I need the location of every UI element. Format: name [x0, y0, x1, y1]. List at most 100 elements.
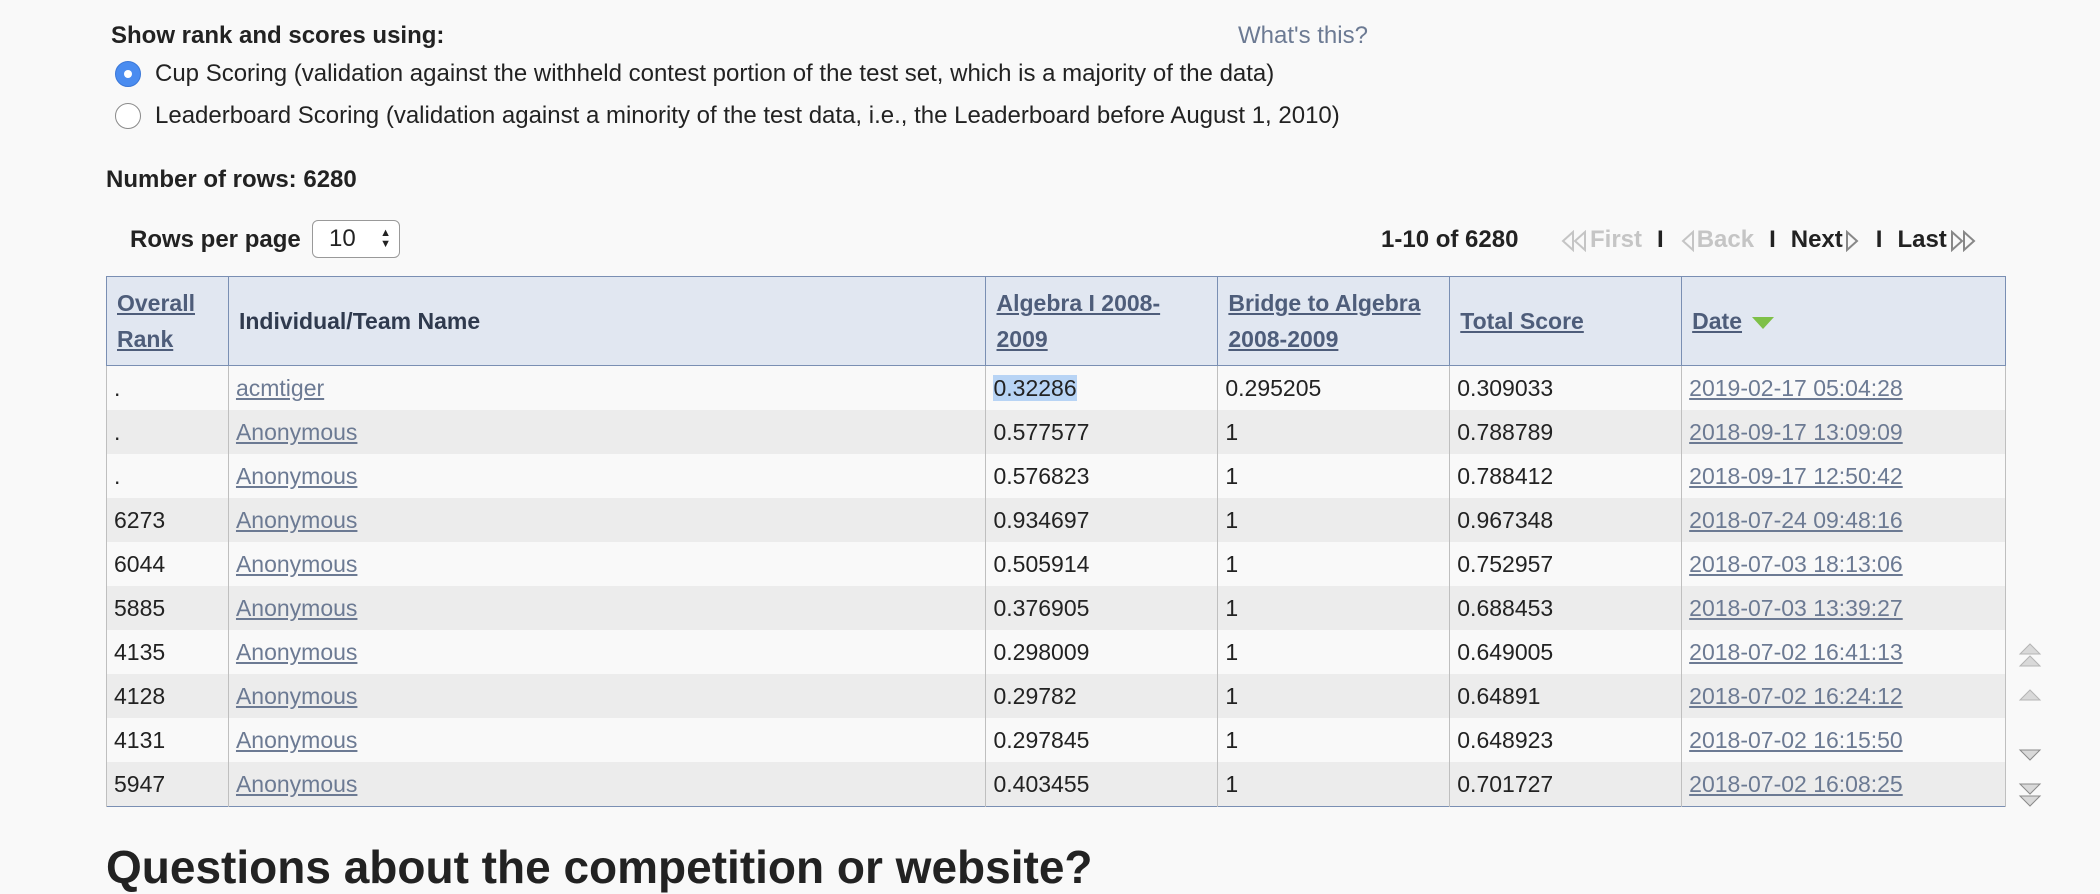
cell-name[interactable]: Anonymous — [227, 674, 987, 718]
cell-date[interactable]: 2018-07-03 13:39:27 — [1681, 586, 2006, 630]
name-link[interactable]: Anonymous — [236, 463, 357, 489]
cell-date[interactable]: 2019-02-17 05:04:28 — [1681, 365, 2006, 410]
cell-name[interactable]: Anonymous — [227, 762, 987, 807]
first-page-button[interactable]: First — [1560, 226, 1642, 254]
header-date[interactable]: Date — [1681, 276, 2006, 366]
rows-per-page-select[interactable]: 10 ▲ ▼ — [312, 220, 400, 258]
cell-name[interactable]: Anonymous — [227, 542, 987, 586]
rank-value: . — [114, 462, 121, 489]
cell-alg: 0.32286 — [985, 365, 1219, 410]
cell-date[interactable]: 2018-07-02 16:15:50 — [1681, 718, 2006, 762]
overall-rank-sort-link[interactable]: Overall Rank — [117, 290, 195, 352]
name-link[interactable]: Anonymous — [236, 507, 357, 533]
date-link[interactable]: 2018-07-03 13:39:27 — [1689, 595, 1903, 621]
cell-date[interactable]: 2018-07-02 16:08:25 — [1681, 762, 2006, 807]
cell-total: 0.309033 — [1449, 365, 1683, 410]
cell-alg: 0.934697 — [985, 498, 1219, 542]
date-sort-link[interactable]: Date — [1692, 308, 1742, 334]
total-value: 0.788412 — [1457, 462, 1554, 489]
date-link[interactable]: 2018-07-02 16:41:13 — [1689, 639, 1903, 665]
cell-name[interactable]: Anonymous — [227, 498, 987, 542]
rank-value: 4128 — [114, 682, 166, 709]
rows-per-page-value: 10 — [329, 225, 356, 252]
cell-date[interactable]: 2018-07-02 16:24:12 — [1681, 674, 2006, 718]
cup-scoring-option[interactable]: Cup Scoring (validation against the with… — [115, 60, 1274, 88]
name-link[interactable]: acmtiger — [236, 375, 324, 401]
pager-range: 1-10 of 6280 — [1381, 226, 1518, 254]
date-link[interactable]: 2018-07-02 16:24:12 — [1689, 683, 1903, 709]
date-link[interactable]: 2018-09-17 13:09:09 — [1689, 419, 1903, 445]
name-link[interactable]: Anonymous — [236, 595, 357, 621]
first-label[interactable]: First — [1590, 226, 1642, 253]
bridge-value: 0.295205 — [1225, 374, 1322, 401]
date-link[interactable]: 2018-07-02 16:08:25 — [1689, 771, 1903, 797]
sort-descending-icon[interactable] — [1752, 316, 1775, 329]
cell-date[interactable]: 2018-09-17 13:09:09 — [1681, 410, 2006, 454]
total-value: 0.788789 — [1457, 418, 1554, 445]
cell-name[interactable]: Anonymous — [227, 454, 987, 498]
next-label[interactable]: Next — [1791, 226, 1843, 253]
algebra-sort-link[interactable]: Algebra I 2008-2009 — [996, 290, 1160, 352]
cell-date[interactable]: 2018-07-03 18:13:06 — [1681, 542, 2006, 586]
cup-scoring-label[interactable]: Cup Scoring (validation against the with… — [155, 60, 1274, 88]
name-link[interactable]: Anonymous — [236, 419, 357, 445]
cell-date[interactable]: 2018-07-02 16:41:13 — [1681, 630, 2006, 674]
cell-date[interactable]: 2018-09-17 12:50:42 — [1681, 454, 2006, 498]
header-algebra[interactable]: Algebra I 2008-2009 — [985, 276, 1219, 366]
date-link[interactable]: 2018-09-17 12:50:42 — [1689, 463, 1903, 489]
double-right-arrow-icon — [1950, 229, 1976, 252]
rank-value: 4131 — [114, 726, 166, 753]
bridge-value: 1 — [1225, 682, 1239, 709]
cell-rank: 5885 — [106, 586, 229, 630]
cell-bridge: 1 — [1217, 762, 1451, 807]
alg-value: 0.403455 — [993, 770, 1090, 797]
total-value: 0.309033 — [1457, 374, 1554, 401]
whats-this-link[interactable]: What's this? — [1238, 22, 1368, 50]
bridge-sort-link[interactable]: Bridge to Algebra 2008-2009 — [1228, 290, 1420, 352]
name-link[interactable]: Anonymous — [236, 727, 357, 753]
name-link[interactable]: Anonymous — [236, 551, 357, 577]
leaderboard-scoring-radio[interactable] — [115, 103, 141, 129]
name-link[interactable]: Anonymous — [236, 771, 357, 797]
rank-value: 4135 — [114, 638, 166, 665]
scroll-to-bottom-button[interactable] — [2018, 780, 2042, 812]
cell-bridge: 0.295205 — [1217, 365, 1451, 410]
table-row: 6273 Anonymous 0.934697 1 0.967348 2018-07-24… — [106, 498, 2006, 542]
date-link[interactable]: 2018-07-03 18:13:06 — [1689, 551, 1903, 577]
back-page-button[interactable]: Back — [1679, 226, 1754, 254]
next-page-button[interactable]: Next — [1791, 226, 1861, 254]
leaderboard-scoring-option[interactable]: Leaderboard Scoring (validation against … — [115, 102, 1340, 130]
scroll-down-button[interactable] — [2018, 748, 2042, 764]
double-down-arrow-icon — [2018, 783, 2042, 807]
back-label[interactable]: Back — [1697, 226, 1754, 253]
leaderboard-scoring-label[interactable]: Leaderboard Scoring (validation against … — [155, 102, 1340, 130]
scroll-up-button[interactable] — [2018, 688, 2042, 704]
cell-bridge: 1 — [1217, 542, 1451, 586]
date-link[interactable]: 2018-07-02 16:15:50 — [1689, 727, 1903, 753]
total-score-sort-link[interactable]: Total Score — [1460, 308, 1584, 334]
cell-name[interactable]: Anonymous — [227, 586, 987, 630]
header-bridge[interactable]: Bridge to Algebra 2008-2009 — [1217, 276, 1451, 366]
cell-total: 0.701727 — [1449, 762, 1683, 807]
name-link[interactable]: Anonymous — [236, 683, 357, 709]
cup-scoring-radio[interactable] — [115, 61, 141, 87]
last-label[interactable]: Last — [1897, 226, 1946, 253]
rank-value: 6273 — [114, 506, 166, 533]
cell-name[interactable]: Anonymous — [227, 630, 987, 674]
date-link[interactable]: 2018-07-24 09:48:16 — [1689, 507, 1903, 533]
name-link[interactable]: Anonymous — [236, 639, 357, 665]
scroll-to-top-button[interactable] — [2018, 642, 2042, 674]
last-page-button[interactable]: Last — [1897, 226, 1976, 254]
cell-alg: 0.577577 — [985, 410, 1219, 454]
cell-name[interactable]: acmtiger — [227, 365, 987, 410]
alg-value: 0.577577 — [993, 418, 1090, 445]
cell-name[interactable]: Anonymous — [227, 718, 987, 762]
header-overall-rank[interactable]: Overall Rank — [106, 276, 229, 366]
rows-per-page-label: Rows per page — [130, 226, 301, 253]
alg-value: 0.297845 — [993, 726, 1090, 753]
cell-date[interactable]: 2018-07-24 09:48:16 — [1681, 498, 2006, 542]
date-link[interactable]: 2019-02-17 05:04:28 — [1689, 375, 1903, 401]
header-total-score[interactable]: Total Score — [1449, 276, 1683, 366]
cell-name[interactable]: Anonymous — [227, 410, 987, 454]
up-arrow-icon — [2018, 689, 2042, 701]
